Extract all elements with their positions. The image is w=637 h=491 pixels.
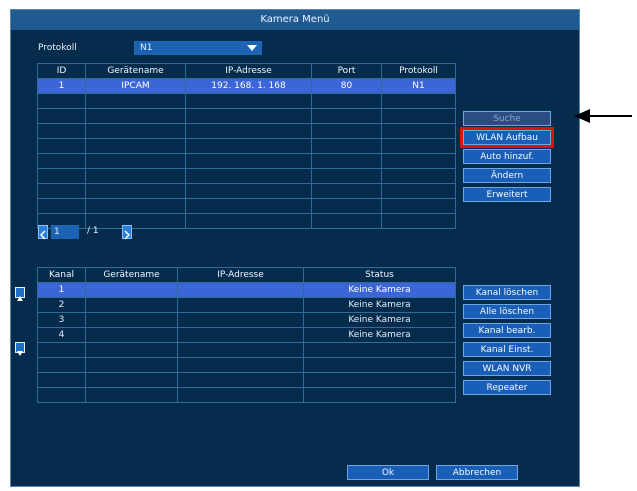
cell-ip (177, 312, 304, 328)
col-geraetename: Gerätename (85, 267, 178, 283)
channel-table: Kanal Gerätename IP-Adresse Status 1 Kei… (37, 267, 456, 403)
suche-button[interactable]: Suche (463, 111, 551, 126)
page-total: / 1 (87, 226, 99, 236)
table-row[interactable] (37, 342, 456, 358)
cell-ip (177, 297, 304, 313)
wlan-aufbau-button[interactable]: WLAN Aufbau (460, 127, 554, 148)
table-row[interactable] (37, 123, 456, 139)
table-row[interactable] (37, 372, 456, 388)
col-port: Port (311, 63, 382, 79)
page-input[interactable]: 1 (51, 225, 79, 239)
dialog-title: Kamera Menü (11, 10, 579, 30)
kanal-loeschen-button[interactable]: Kanal löschen (463, 285, 551, 300)
kanal-bearbeiten-button[interactable]: Kanal bearb. (463, 323, 551, 338)
auto-hinzufuegen-button[interactable]: Auto hinzuf. (463, 149, 551, 164)
cell-id: 1 (37, 78, 86, 94)
cell-port: 80 (311, 78, 382, 94)
kanal-einstellungen-button[interactable]: Kanal Einst. (463, 342, 551, 357)
cell-kanal: 4 (37, 327, 86, 343)
table-row[interactable] (37, 387, 456, 403)
table-row[interactable]: 2 Keine Kamera (37, 297, 456, 313)
protokoll-value: N1 (140, 43, 153, 53)
cell-kanal: 3 (37, 312, 86, 328)
table-row[interactable] (37, 153, 456, 169)
protokoll-select[interactable]: N1 (134, 41, 262, 55)
repeater-button[interactable]: Repeater (463, 380, 551, 395)
cell-kanal: 2 (37, 297, 86, 313)
camera-table-header: ID Gerätename IP-Adresse Port Protokoll (37, 63, 456, 79)
cell-status: Keine Kamera (303, 297, 456, 313)
chevron-down-icon (247, 45, 257, 51)
col-id: ID (37, 63, 86, 79)
table-row[interactable] (37, 357, 456, 373)
col-kanal: Kanal (37, 267, 86, 283)
cell-protokoll: N1 (381, 78, 456, 94)
chevron-left-icon[interactable] (38, 225, 48, 240)
table-row[interactable] (37, 138, 456, 154)
annotation-arrow-icon (574, 109, 632, 123)
table-row[interactable]: 1 IPCAM 192. 168. 1. 168 80 N1 (37, 78, 456, 94)
cell-status: Keine Kamera (303, 312, 456, 328)
scroll-down-icon[interactable] (15, 342, 25, 356)
table-row[interactable] (37, 168, 456, 184)
ok-button[interactable]: Ok (347, 465, 429, 480)
erweitert-button[interactable]: Erweitert (463, 187, 551, 202)
chevron-right-icon[interactable] (122, 225, 132, 240)
cell-ip: 192. 168. 1. 168 (185, 78, 312, 94)
table-row[interactable]: 3 Keine Kamera (37, 312, 456, 328)
table-row[interactable]: 1 Keine Kamera (37, 282, 456, 298)
col-ip-adresse: IP-Adresse (177, 267, 304, 283)
protokoll-label: Protokoll (38, 43, 77, 53)
aendern-button[interactable]: Ändern (463, 168, 551, 183)
cell-name: IPCAM (85, 78, 186, 94)
abbrechen-button[interactable]: Abbrechen (436, 465, 518, 480)
channel-table-header: Kanal Gerätename IP-Adresse Status (37, 267, 456, 283)
wlan-nvr-button[interactable]: WLAN NVR (463, 361, 551, 376)
cell-name (85, 297, 178, 313)
col-geraetename: Gerätename (85, 63, 186, 79)
col-ip-adresse: IP-Adresse (185, 63, 312, 79)
col-status: Status (303, 267, 456, 283)
cell-kanal: 1 (37, 282, 86, 298)
table-row[interactable] (37, 213, 456, 229)
col-protokoll: Protokoll (381, 63, 456, 79)
cell-ip (177, 327, 304, 343)
cell-name (85, 327, 178, 343)
table-row[interactable] (37, 183, 456, 199)
cell-status: Keine Kamera (303, 327, 456, 343)
camera-table: ID Gerätename IP-Adresse Port Protokoll … (37, 63, 456, 229)
scroll-up-icon[interactable] (15, 287, 25, 301)
cell-status: Keine Kamera (303, 282, 456, 298)
table-row[interactable] (37, 93, 456, 109)
table-row[interactable]: 4 Keine Kamera (37, 327, 456, 343)
table-row[interactable] (37, 198, 456, 214)
alle-loeschen-button[interactable]: Alle löschen (463, 304, 551, 319)
cell-name (85, 312, 178, 328)
cell-name (85, 282, 178, 298)
camera-menu-dialog: Kamera Menü Protokoll N1 ID Gerätename I… (10, 9, 580, 487)
table-row[interactable] (37, 108, 456, 124)
cell-ip (177, 282, 304, 298)
